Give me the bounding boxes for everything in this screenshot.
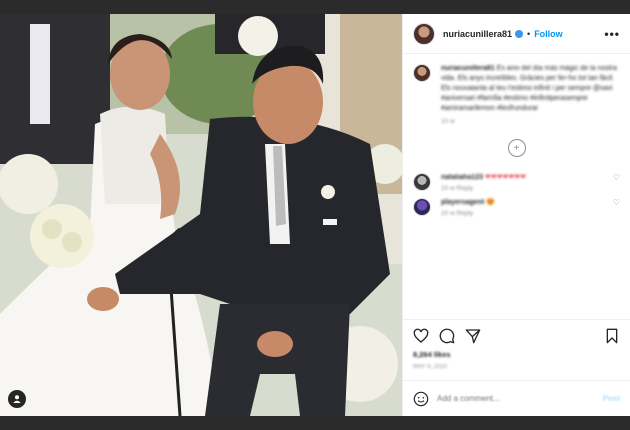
post-photo[interactable] — [0, 14, 402, 416]
wedding-photo-illustration — [0, 14, 402, 416]
post-date: MAY 9, 2020 — [413, 364, 448, 370]
caption-time: 10 w — [441, 118, 455, 125]
bookmark-icon[interactable] — [604, 328, 620, 344]
plus-icon: + — [513, 142, 520, 154]
post-actions: 8,264 likes MAY 9, 2020 — [403, 319, 630, 370]
post-header: nuriacunillera81 • Follow ••• — [403, 14, 630, 54]
instagram-post-window: nuriacunillera81 • Follow ••• nuriacunil… — [0, 14, 630, 416]
caption-avatar[interactable] — [413, 64, 431, 82]
caption-body: Es aniv del día más mágic de la nostra v… — [441, 65, 617, 112]
post-sidebar: nuriacunillera81 • Follow ••• nuriacunil… — [402, 14, 630, 416]
more-options-icon[interactable]: ••• — [604, 27, 620, 41]
author-avatar[interactable] — [413, 22, 435, 45]
add-comment-bar: Post — [403, 380, 630, 416]
comment-username[interactable]: playersagent — [441, 199, 484, 206]
author-username[interactable]: nuriacunillera81 — [443, 29, 512, 39]
caption-username[interactable]: nuriacunillera81 — [441, 65, 495, 72]
comment-item: playersagent 😍 10 w Reply ♡ — [413, 198, 620, 217]
user-icon — [13, 395, 21, 403]
comment-meta: 10 w Reply — [441, 210, 474, 217]
comment-text: nataliaha123 ❤❤❤❤❤❤❤ — [441, 173, 609, 181]
verified-badge-icon — [515, 29, 524, 38]
separator-dot: • — [527, 28, 531, 39]
like-comment-heart-icon[interactable]: ♡ — [613, 198, 620, 207]
share-icon[interactable] — [465, 328, 481, 344]
commenter-avatar[interactable] — [413, 173, 431, 191]
comment-body: 😍 — [486, 199, 495, 206]
like-comment-heart-icon[interactable]: ♡ — [613, 173, 620, 182]
comment-username[interactable]: nataliaha123 — [441, 174, 483, 181]
load-more-comments-button[interactable]: + — [507, 139, 526, 157]
emoji-icon[interactable] — [413, 391, 429, 407]
comment-meta: 10 w Reply — [441, 185, 474, 192]
like-count[interactable]: 8,264 likes — [413, 350, 620, 359]
comment-text: playersagent 😍 — [441, 198, 609, 206]
heart-icon[interactable] — [413, 328, 429, 344]
commenter-avatar[interactable] — [413, 198, 431, 216]
caption-text: nuriacunillera81 Es aniv del día más mág… — [441, 64, 620, 114]
comment-item: nataliaha123 ❤❤❤❤❤❤❤ 10 w Reply ♡ — [413, 173, 620, 192]
comment-body: ❤❤❤❤❤❤❤ — [484, 174, 527, 181]
comment-icon[interactable] — [439, 328, 455, 344]
tagged-people-button[interactable] — [8, 390, 26, 408]
comments-section: nuriacunillera81 Es aniv del día más mág… — [403, 54, 630, 319]
comment-input[interactable] — [437, 394, 603, 403]
follow-button[interactable]: Follow — [534, 29, 563, 39]
post-comment-button[interactable]: Post — [603, 394, 620, 403]
caption: nuriacunillera81 Es aniv del día más mág… — [413, 64, 620, 114]
